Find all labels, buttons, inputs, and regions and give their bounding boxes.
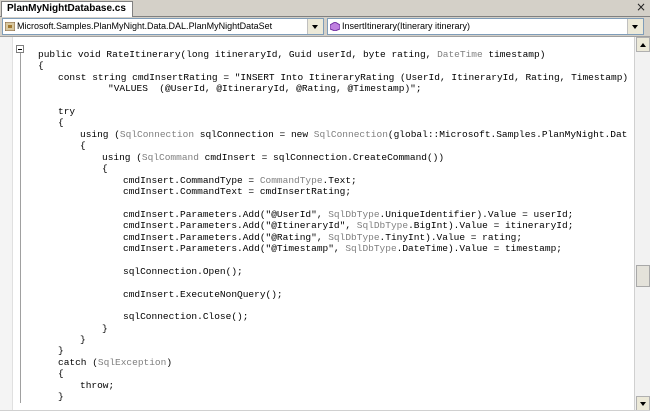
code-token: catch ( (58, 357, 98, 368)
type-token: CommandType (259, 175, 323, 186)
code-token: public void RateItinerary(long itinerary… (38, 49, 438, 60)
type-token: DateTime (437, 49, 483, 60)
code-token: using ( (80, 129, 120, 140)
code-line: using (SqlConnection sqlConnection = new… (80, 129, 628, 140)
code-token: cmdInsert = sqlConnection.CreateCommand(… (198, 152, 445, 163)
code-line: } (58, 345, 64, 356)
code-line: cmdInsert.CommandType = CommandType.Text… (123, 175, 357, 186)
code-token: cmdInsert.Parameters.Add("@UserId", (123, 209, 329, 220)
code-token: { (102, 163, 108, 174)
navigation-bar: Microsoft.Samples.PlanMyNight.Data.DAL.P… (0, 17, 650, 37)
code-token: { (38, 60, 44, 71)
code-line: { (38, 60, 44, 71)
collapse-icon[interactable] (16, 45, 24, 53)
code-token: .BigInt).Value = itineraryId; (408, 220, 574, 231)
code-line: } (58, 391, 64, 402)
chevron-down-icon[interactable] (627, 19, 643, 34)
chevron-down-icon[interactable] (307, 19, 323, 34)
type-token: SqlCommand (141, 152, 199, 163)
type-dropdown-value: Microsoft.Samples.PlanMyNight.Data.DAL.P… (17, 21, 273, 31)
type-token: SqlDbType (356, 220, 409, 231)
code-line: cmdInsert.ExecuteNonQuery(); (123, 289, 283, 300)
type-token: SqlException (97, 357, 167, 368)
type-token: SqlDbType (328, 209, 380, 220)
type-token: SqlDbType (345, 243, 397, 254)
code-line: cmdInsert.Parameters.Add("@Rating", SqlD… (123, 232, 522, 243)
code-line: { (58, 368, 64, 379)
code-line: catch (SqlException) (58, 357, 172, 368)
code-line: } (80, 334, 86, 345)
scroll-up-button[interactable] (636, 37, 650, 52)
code-line: sqlConnection.Open(); (123, 266, 243, 277)
code-token: (global::Microsoft.Samples.PlanMyNight.D… (387, 129, 628, 140)
code-line: } (102, 323, 108, 334)
document-tab-strip: PlanMyNightDatabase.cs × (0, 0, 650, 17)
code-editor[interactable]: public void RateItinerary(long itinerary… (28, 37, 628, 411)
code-token: ) (166, 357, 173, 368)
code-token: .TinyInt).Value = rating; (379, 232, 523, 243)
code-token: cmdInsert.ExecuteNonQuery(); (123, 289, 283, 300)
type-token: SqlConnection (119, 129, 195, 140)
code-token: } (58, 391, 64, 402)
member-dropdown[interactable]: InsertItinerary(Itinerary itinerary) (327, 18, 644, 35)
type-dropdown[interactable]: Microsoft.Samples.PlanMyNight.Data.DAL.P… (2, 18, 324, 35)
code-line: throw; (80, 380, 114, 391)
code-token: cmdInsert.CommandType = (123, 175, 260, 186)
tab-plan-my-night-database[interactable]: PlanMyNightDatabase.cs (1, 1, 133, 17)
class-icon (5, 22, 15, 31)
editor-margin (0, 37, 13, 411)
code-token: { (58, 368, 64, 379)
tab-title: PlanMyNightDatabase.cs (7, 3, 126, 14)
code-token: { (80, 140, 86, 151)
code-token: { (58, 117, 64, 128)
type-token: SqlConnection (313, 129, 388, 140)
code-line: { (58, 117, 64, 128)
code-line: cmdInsert.Parameters.Add("@ItineraryId",… (123, 220, 573, 231)
method-icon (330, 22, 340, 31)
code-token: } (80, 334, 86, 345)
code-token: cmdInsert.CommandText = cmdInsertRating; (123, 186, 352, 197)
code-line: try (58, 106, 75, 117)
code-line: cmdInsert.CommandText = cmdInsertRating; (123, 186, 351, 197)
code-token: try (58, 106, 76, 117)
member-dropdown-value: InsertItinerary(Itinerary itinerary) (342, 21, 471, 31)
code-line: public void RateItinerary(long itinerary… (38, 49, 545, 60)
type-token: SqlDbType (328, 232, 380, 243)
code-line: cmdInsert.Parameters.Add("@UserId", SqlD… (123, 209, 573, 220)
code-token: throw; (80, 380, 115, 391)
scroll-down-button[interactable] (636, 396, 650, 411)
code-line: using (SqlCommand cmdInsert = sqlConnect… (102, 152, 444, 163)
code-token: cmdInsert.Parameters.Add("@Rating", (123, 232, 329, 243)
code-line: cmdInsert.Parameters.Add("@Timestamp", S… (123, 243, 562, 254)
code-token: const string cmdInsertRating = "INSERT I… (58, 72, 628, 83)
code-line: "VALUES (@UserId, @ItineraryId, @Rating,… (108, 83, 422, 94)
code-token: sqlConnection = new (194, 129, 314, 140)
code-token: sqlConnection.Open(); (123, 266, 243, 277)
code-token: cmdInsert.Parameters.Add("@ItineraryId", (123, 220, 357, 231)
code-line: { (102, 163, 108, 174)
code-token: .UniqueIdentifier).Value = userId; (379, 209, 574, 220)
code-token: .DateTime).Value = timestamp; (396, 243, 562, 254)
outline-line (20, 53, 21, 403)
code-token: } (58, 345, 64, 356)
code-line: { (80, 140, 86, 151)
code-token: "VALUES (@UserId, @ItineraryId, @Rating,… (108, 83, 422, 94)
code-token: } (102, 323, 108, 334)
scroll-thumb[interactable] (636, 265, 650, 287)
code-line: sqlConnection.Close(); (123, 311, 248, 322)
code-token: cmdInsert.Parameters.Add("@Timestamp", (123, 243, 346, 254)
close-icon[interactable]: × (636, 0, 646, 15)
vertical-scrollbar[interactable] (634, 37, 650, 411)
code-line: const string cmdInsertRating = "INSERT I… (58, 72, 628, 83)
code-token: .Text; (322, 175, 357, 186)
code-token: using ( (102, 152, 142, 163)
code-token: sqlConnection.Close(); (123, 311, 249, 322)
code-token: timestamp) (482, 49, 546, 60)
